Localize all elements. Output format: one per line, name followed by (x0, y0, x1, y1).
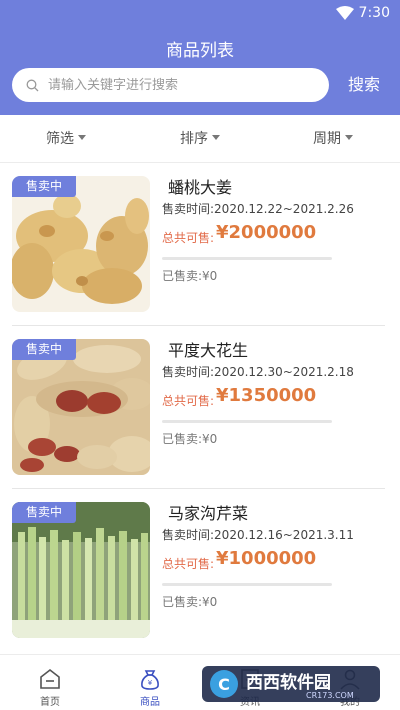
status-bar: 7:30 (0, 0, 400, 26)
search-button[interactable]: 搜索 (336, 72, 392, 98)
tab-products[interactable]: ¥ 商品 (100, 655, 200, 710)
svg-text:C: C (218, 675, 230, 694)
sort-label: 排序 (180, 131, 208, 147)
search-icon (26, 79, 39, 92)
period-dropdown[interactable]: 周期 (313, 115, 353, 163)
sale-time: 售卖时间:2020.12.16~2021.3.11 (162, 528, 354, 542)
caret-down-icon (345, 134, 353, 140)
total-value: ¥2000000 (216, 222, 317, 243)
filter-dropdown[interactable]: 筛选 (46, 115, 86, 163)
tab-products-label: 商品 (140, 697, 160, 708)
tab-home-label: 首页 (40, 697, 60, 708)
total-label: 总共可售: (162, 394, 215, 408)
svg-text:¥: ¥ (148, 679, 153, 687)
search-box[interactable] (12, 68, 329, 102)
sold-progress-bar (162, 420, 332, 423)
total-value: ¥1350000 (216, 385, 317, 406)
status-time: 7:30 (358, 5, 390, 21)
bag-icon: ¥ (141, 670, 159, 690)
total-label: 总共可售: (162, 557, 215, 571)
watermark-sub: CR173.COM (306, 691, 354, 700)
status-badge: 售卖中 (12, 339, 76, 360)
product-name: 蟠桃大姜 (168, 178, 233, 197)
sold-amount: 已售卖:¥0 (162, 432, 218, 446)
caret-down-icon (212, 134, 220, 140)
sold-amount: 已售卖:¥0 (162, 595, 218, 609)
caret-down-icon (78, 134, 86, 140)
page-title: 商品列表 (166, 41, 234, 61)
watermark-text: 西西软件园 (246, 672, 331, 693)
filter-label: 筛选 (46, 131, 74, 147)
product-name: 平度大花生 (168, 341, 249, 360)
sort-dropdown[interactable]: 排序 (180, 115, 220, 163)
search-input[interactable] (48, 68, 318, 102)
watermark-logo: C 西西软件园 CR173.COM (202, 664, 380, 704)
wifi-icon (336, 6, 354, 20)
sale-time: 售卖时间:2020.12.22~2021.2.26 (162, 202, 354, 216)
home-icon (40, 668, 60, 689)
total-value: ¥1000000 (216, 548, 317, 569)
product-card[interactable]: 售卖中 蟠桃大姜 售卖时间:2020.12.22~2021.2.26 总共可售:… (0, 163, 400, 326)
header: 7:30 商品列表 搜索 (0, 0, 400, 115)
product-card[interactable]: 售卖中 平度大花生 售卖时间:2020.12.30~2021.2.18 总共可售… (0, 326, 400, 489)
status-badge: 售卖中 (12, 176, 76, 197)
product-name: 马家沟芹菜 (168, 504, 249, 523)
sold-progress-bar (162, 583, 332, 586)
total-label: 总共可售: (162, 231, 215, 245)
sold-amount: 已售卖:¥0 (162, 269, 218, 283)
filter-bar: 筛选 排序 周期 (0, 115, 400, 163)
sale-time: 售卖时间:2020.12.30~2021.2.18 (162, 365, 354, 379)
period-label: 周期 (313, 131, 341, 147)
sold-progress-bar (162, 257, 332, 260)
tab-home[interactable]: 首页 (0, 655, 100, 710)
status-badge: 售卖中 (12, 502, 76, 523)
product-card[interactable]: 售卖中 马家沟芹菜 售卖时间:2020.12.16~2021.3.11 总共可售… (0, 489, 400, 652)
